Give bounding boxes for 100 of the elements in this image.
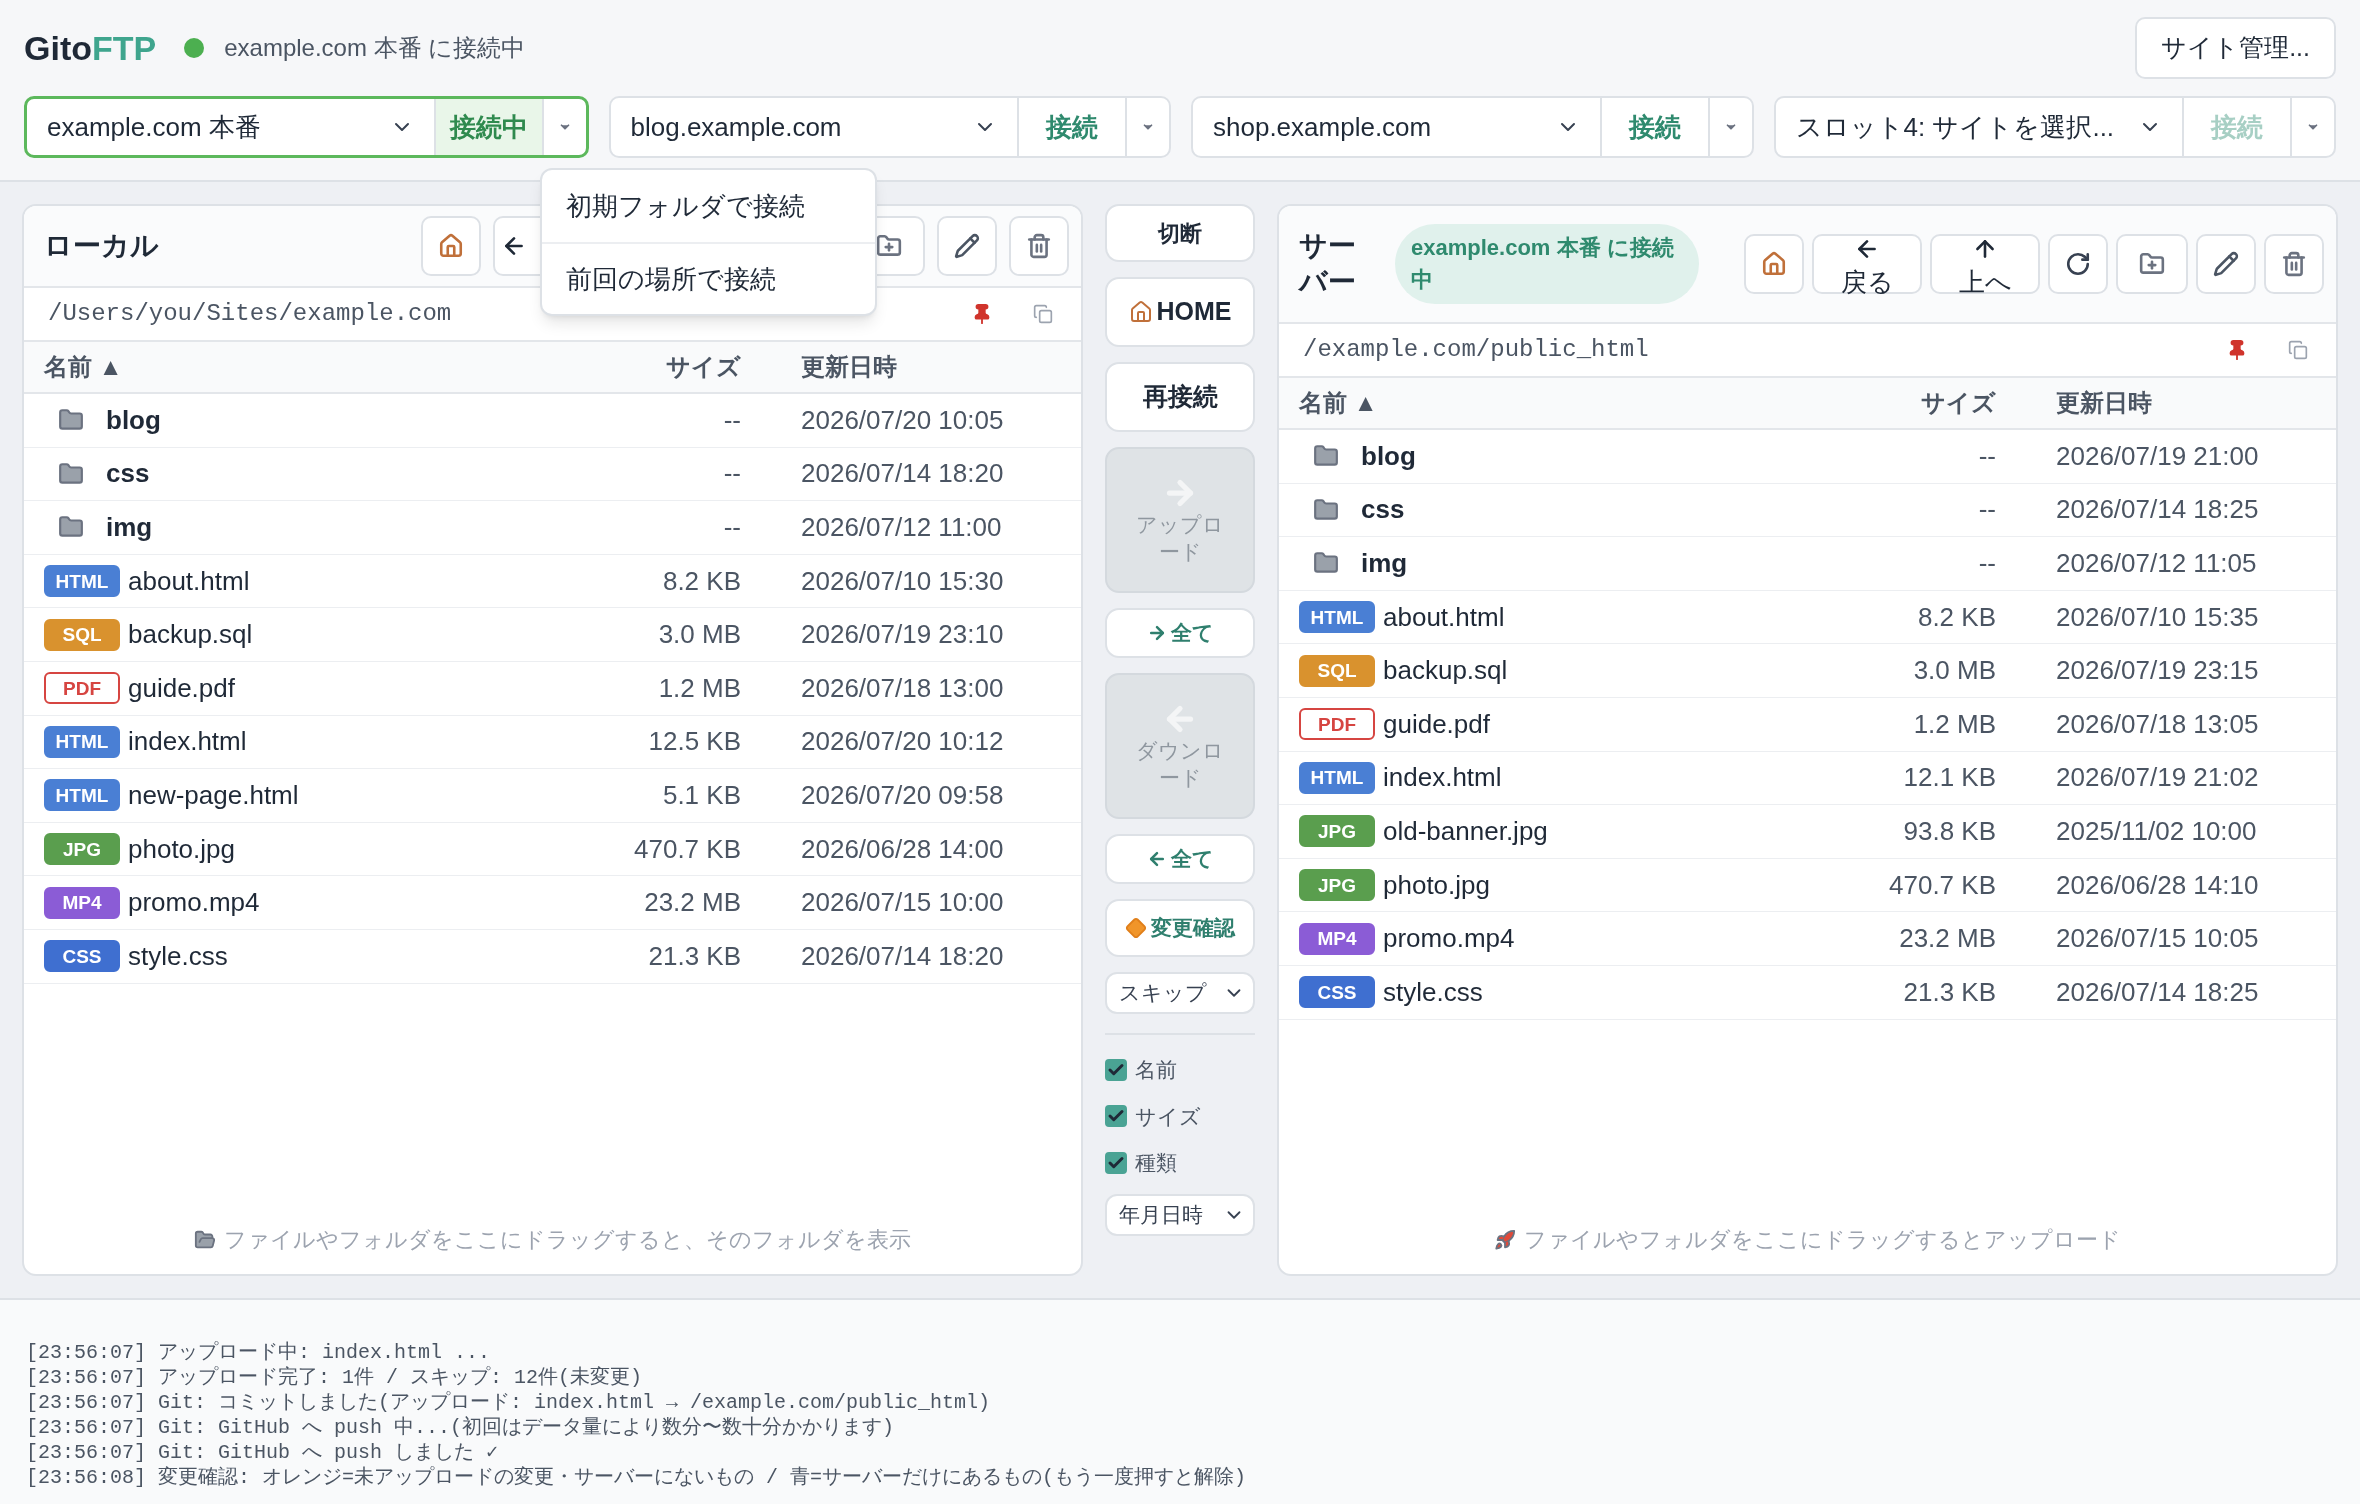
column-header[interactable]: サイズ [591, 349, 761, 385]
log-line: [23:56:08] 変更確認: オレンジ=未アップロードの変更・サーバーにないもの / 青=サーバーだけにあるもの(もう一度押すと解除) [26, 1465, 1248, 1490]
file-date: 2026/07/19 21:02 [2055, 761, 2260, 795]
file-date: 2026/07/10 15:30 [800, 564, 1005, 598]
file-type-badge: JPG [44, 833, 120, 866]
file-size: 23.2 MB [643, 886, 742, 920]
file-row[interactable]: SQL backup.sql 3.0 MB 2026/07/19 23:10 [24, 608, 1081, 662]
file-row[interactable]: JPG photo.jpg 470.7 KB 2026/06/28 14:00 [24, 822, 1081, 877]
file-date: 2026/06/28 14:00 [800, 832, 1005, 866]
file-row[interactable]: HTML about.html 8.2 KB 2026/07/10 15:30 [24, 554, 1081, 609]
checkbox-label: 種類 [1135, 1150, 1177, 1176]
site-manager-button[interactable]: サイト管理... [2135, 17, 2336, 79]
file-date: 2026/07/20 09:58 [800, 778, 1005, 812]
file-row[interactable]: HTML index.html 12.5 KB 2026/07/20 10:12 [24, 715, 1081, 770]
column-header[interactable]: 更新日時 [2016, 385, 2316, 421]
file-date: 2026/07/14 18:20 [800, 457, 1005, 491]
file-date: 2026/07/14 18:20 [800, 939, 1005, 973]
file-size: 12.5 KB [647, 725, 742, 759]
status-text: example.com 本番 に接続中 [224, 33, 526, 63]
file-type-badge: SQL [44, 618, 120, 651]
file-row[interactable]: blog -- 2026/07/19 21:00 [1279, 430, 2336, 484]
log-line: [23:56:07] Git: GitHub へ push 中...(初回はデータ量により数分〜数十分かかります) [26, 1415, 896, 1440]
menu-item[interactable]: 前回の場所で接続 [542, 242, 875, 314]
connect-button[interactable]: 接続中 [433, 99, 542, 155]
file-name: about.html [128, 564, 250, 598]
home-button[interactable]: HOME [1105, 277, 1255, 347]
file-date: 2026/07/14 18:25 [2055, 975, 2260, 1009]
column-header[interactable]: 更新日時 [761, 349, 1061, 385]
file-row[interactable]: SQL backup.sql 3.0 MB 2026/07/19 23:15 [1279, 644, 2336, 698]
file-size: -- [1977, 439, 1997, 473]
file-date: 2026/06/28 14:10 [2055, 868, 2260, 902]
file-name: guide.pdf [128, 671, 235, 705]
file-date: 2026/07/12 11:00 [800, 511, 1003, 544]
file-date: 2026/07/14 18:25 [2055, 493, 2260, 527]
file-row[interactable]: css -- 2026/07/14 18:25 [1279, 483, 2336, 538]
disconnect-button[interactable]: 切断 [1105, 204, 1255, 262]
checkbox-label: 名前 [1135, 1057, 1177, 1083]
file-name: css [1361, 493, 1405, 527]
file-name: backup.sql [128, 618, 253, 652]
file-size: 1.2 MB [657, 671, 742, 705]
site-select[interactable]: shop.example.com [1193, 98, 1600, 156]
file-size: 21.3 KB [647, 939, 742, 973]
file-row[interactable]: JPG old-banner.jpg 93.8 KB 2025/11/02 10:00 [1279, 805, 2336, 859]
file-row[interactable]: HTML about.html 8.2 KB 2026/07/10 15:35 [1279, 590, 2336, 645]
file-type-badge: HTML [44, 565, 120, 598]
file-row[interactable]: MP4 promo.mp4 23.2 MB 2026/07/15 10:05 [1279, 912, 2336, 966]
file-type-badge: PDF [1299, 708, 1375, 741]
file-name: img [106, 511, 153, 544]
file-name: photo.jpg [1383, 868, 1490, 902]
site-select[interactable]: example.com 本番 [27, 99, 434, 155]
back-button[interactable]: 戻る [1812, 234, 1922, 294]
file-type-badge: HTML [1299, 761, 1375, 794]
file-row[interactable]: MP4 promo.mp4 23.2 MB 2026/07/15 10:00 [24, 876, 1081, 930]
file-size: 8.2 KB [1916, 600, 1997, 634]
file-type-badge: HTML [44, 725, 120, 758]
file-row[interactable]: HTML new-page.html 5.1 KB 2026/07/20 09:58 [24, 769, 1081, 823]
column-header[interactable]: 名前 ▲ [44, 349, 591, 385]
file-name: blog [106, 403, 161, 437]
file-row[interactable]: css -- 2026/07/14 18:20 [24, 447, 1081, 502]
file-type-badge: HTML [44, 779, 120, 812]
file-name: new-page.html [128, 778, 299, 812]
upload-all-button[interactable]: 全て [1105, 608, 1255, 658]
file-row[interactable]: img -- 2026/07/12 11:00 [24, 501, 1081, 555]
column-header[interactable]: 名前 ▲ [1299, 385, 1846, 421]
file-type-badge: JPG [1299, 869, 1375, 902]
file-row[interactable]: PDF guide.pdf 1.2 MB 2026/07/18 13:05 [1279, 697, 2336, 752]
column-header[interactable]: サイズ [1846, 385, 2016, 421]
site-select[interactable]: blog.example.com [610, 98, 1017, 156]
file-row[interactable]: HTML index.html 12.1 KB 2026/07/19 21:02 [1279, 751, 2336, 806]
file-row[interactable]: CSS style.css 21.3 KB 2026/07/14 18:25 [1279, 965, 2336, 1020]
file-type-badge: CSS [44, 940, 120, 973]
menu-item[interactable]: 初期フォルダで接続 [542, 170, 875, 242]
file-date: 2026/07/20 10:12 [800, 725, 1005, 759]
download-all-button[interactable]: 全て [1105, 834, 1255, 884]
file-size: 21.3 KB [1902, 975, 1997, 1009]
path-field[interactable]: /example.com/public_html [1303, 332, 2226, 368]
file-name: about.html [1383, 600, 1505, 634]
file-name: guide.pdf [1383, 707, 1490, 741]
file-size: 23.2 MB [1898, 922, 1997, 956]
file-size: 470.7 KB [633, 832, 742, 866]
compare-button[interactable]: 変更確認 [1105, 899, 1255, 957]
file-size: 470.7 KB [1888, 868, 1997, 902]
dropdown-select[interactable]: 年月日時 [1105, 1193, 1255, 1236]
file-size: -- [722, 511, 742, 544]
file-date: 2026/07/18 13:05 [2055, 707, 2260, 741]
file-name: index.html [128, 725, 247, 759]
file-row[interactable]: CSS style.css 21.3 KB 2026/07/14 18:20 [24, 929, 1081, 984]
file-row[interactable]: img -- 2026/07/12 11:05 [1279, 537, 2336, 591]
up-button[interactable]: 上へ [1930, 234, 2040, 294]
log-line: [23:56:07] アップロード中: index.html ... [26, 1340, 492, 1365]
log-line: [23:56:07] Git: コミットしました(アップロード: index.html → /example.com/public_html) [26, 1390, 992, 1415]
dropdown-select[interactable]: スキップ [1105, 972, 1255, 1014]
reconnect-button[interactable]: 再接続 [1105, 362, 1255, 432]
file-row[interactable]: JPG photo.jpg 470.7 KB 2026/06/28 14:10 [1279, 858, 2336, 913]
file-row[interactable]: PDF guide.pdf 1.2 MB 2026/07/18 13:00 [24, 661, 1081, 716]
file-size: 8.2 KB [661, 564, 742, 598]
file-row[interactable]: blog -- 2026/07/20 10:05 [24, 394, 1081, 448]
checkbox-label: サイズ [1135, 1103, 1201, 1130]
connection-badge: example.com 本番 に接続中 [1395, 224, 1699, 304]
file-name: backup.sql [1383, 654, 1508, 688]
